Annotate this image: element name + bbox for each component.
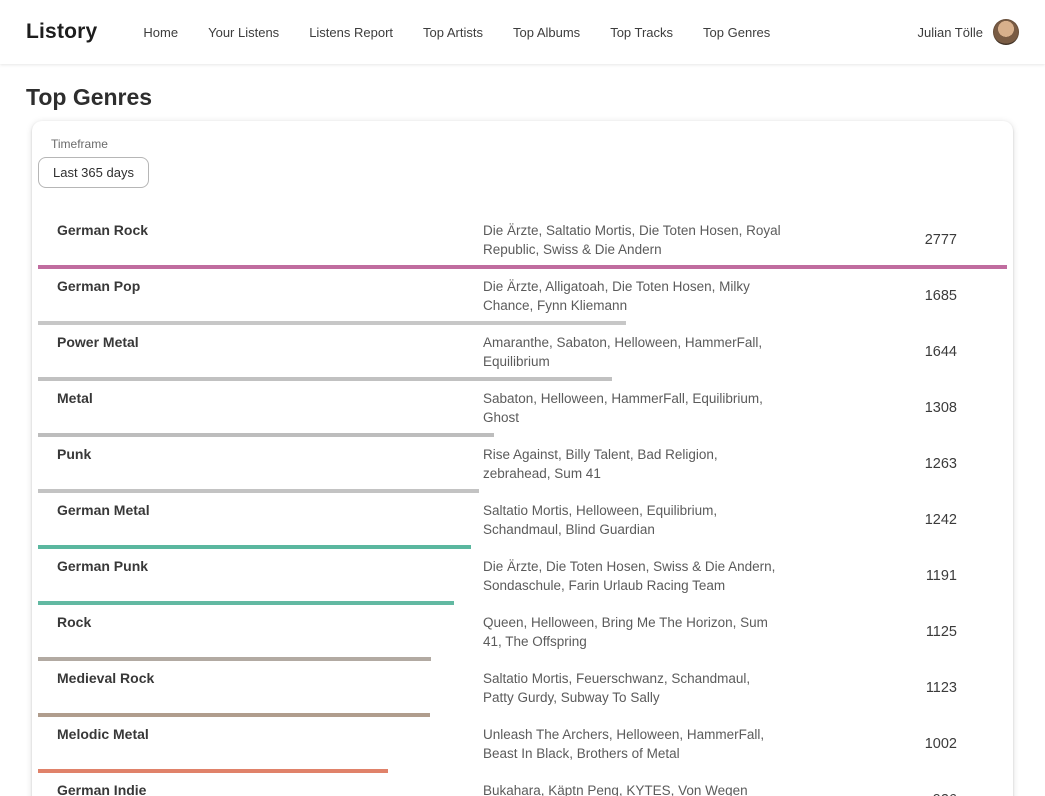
genre-artists: Sabaton, Helloween, HammerFall, Equilibr… <box>483 389 783 427</box>
genre-count: 1125 <box>783 624 1007 640</box>
genre-row-cells: German Indie Bukahara, Käptn Peng, KYTES… <box>38 781 1007 796</box>
genre-artists: Amaranthe, Sabaton, Helloween, HammerFal… <box>483 333 783 371</box>
genre-row-cells: Melodic Metal Unleash The Archers, Hello… <box>38 725 1007 763</box>
genre-count: 2777 <box>783 232 1007 248</box>
genre-artists: Die Ärzte, Alligatoah, Die Toten Hosen, … <box>483 277 783 315</box>
nav-item-top-genres[interactable]: Top Genres <box>703 25 770 40</box>
genre-count: 1191 <box>783 568 1007 584</box>
genre-count: 1242 <box>783 512 1007 528</box>
genre-row: Power Metal Amaranthe, Sabaton, Hellowee… <box>38 325 1007 381</box>
genre-name: Rock <box>57 613 483 632</box>
genre-row-cells: Rock Queen, Helloween, Bring Me The Hori… <box>38 613 1007 651</box>
user-name: Julian Tölle <box>917 25 983 40</box>
genre-row: Melodic Metal Unleash The Archers, Hello… <box>38 717 1007 773</box>
genre-count: 926 <box>783 792 1007 796</box>
timeframe-label: Timeframe <box>51 137 1007 151</box>
genre-count: 1685 <box>783 288 1007 304</box>
genre-artists: Saltatio Mortis, Feuerschwanz, Schandmau… <box>483 669 783 707</box>
genre-row: German Indie Bukahara, Käptn Peng, KYTES… <box>38 773 1007 796</box>
genre-row-cells: Metal Sabaton, Helloween, HammerFall, Eq… <box>38 389 1007 427</box>
top-genres-card: Timeframe Last 365 days German Rock Die … <box>32 121 1013 796</box>
genre-row: Medieval Rock Saltatio Mortis, Feuerschw… <box>38 661 1007 717</box>
nav-item-listens-report[interactable]: Listens Report <box>309 25 393 40</box>
genre-row-cells: Power Metal Amaranthe, Sabaton, Hellowee… <box>38 333 1007 371</box>
genre-row-cells: German Punk Die Ärzte, Die Toten Hosen, … <box>38 557 1007 595</box>
nav-item-your-listens[interactable]: Your Listens <box>208 25 279 40</box>
genre-artists: Unleash The Archers, Helloween, HammerFa… <box>483 725 783 763</box>
genre-row-cells: Punk Rise Against, Billy Talent, Bad Rel… <box>38 445 1007 483</box>
genre-name: Punk <box>57 445 483 464</box>
nav-item-top-albums[interactable]: Top Albums <box>513 25 580 40</box>
genre-row: Punk Rise Against, Billy Talent, Bad Rel… <box>38 437 1007 493</box>
genre-row-cells: German Pop Die Ärzte, Alligatoah, Die To… <box>38 277 1007 315</box>
genre-artists: Bukahara, Käptn Peng, KYTES, Von Wegen L… <box>483 781 783 796</box>
genre-name: German Rock <box>57 221 483 240</box>
genre-name: Medieval Rock <box>57 669 483 688</box>
genre-name: Power Metal <box>57 333 483 352</box>
user-avatar[interactable] <box>993 19 1019 45</box>
timeframe-control: Timeframe Last 365 days <box>38 137 1007 188</box>
user-menu[interactable]: Julian Tölle <box>917 19 1019 45</box>
genre-row-cells: German Rock Die Ärzte, Saltatio Mortis, … <box>38 221 1007 259</box>
genre-artists: Rise Against, Billy Talent, Bad Religion… <box>483 445 783 483</box>
genre-row: Metal Sabaton, Helloween, HammerFall, Eq… <box>38 381 1007 437</box>
genre-row: German Metal Saltatio Mortis, Helloween,… <box>38 493 1007 549</box>
genre-name: German Metal <box>57 501 483 520</box>
genre-name: German Pop <box>57 277 483 296</box>
genre-table: German Rock Die Ärzte, Saltatio Mortis, … <box>38 213 1007 796</box>
nav-item-top-artists[interactable]: Top Artists <box>423 25 483 40</box>
top-navigation-bar: Listory Home Your Listens Listens Report… <box>0 0 1045 64</box>
genre-name: German Punk <box>57 557 483 576</box>
genre-count: 1263 <box>783 456 1007 472</box>
main-nav: Home Your Listens Listens Report Top Art… <box>143 25 770 40</box>
genre-row: Rock Queen, Helloween, Bring Me The Hori… <box>38 605 1007 661</box>
genre-row-cells: German Metal Saltatio Mortis, Helloween,… <box>38 501 1007 539</box>
page-title: Top Genres <box>26 84 1045 111</box>
genre-name: Melodic Metal <box>57 725 483 744</box>
genre-row-cells: Medieval Rock Saltatio Mortis, Feuerschw… <box>38 669 1007 707</box>
genre-count: 1002 <box>783 736 1007 752</box>
genre-row: German Punk Die Ärzte, Die Toten Hosen, … <box>38 549 1007 605</box>
genre-name: German Indie <box>57 781 483 796</box>
brand-logo[interactable]: Listory <box>26 20 97 44</box>
nav-item-top-tracks[interactable]: Top Tracks <box>610 25 673 40</box>
genre-artists: Die Ärzte, Die Toten Hosen, Swiss & Die … <box>483 557 783 595</box>
genre-count: 1308 <box>783 400 1007 416</box>
genre-artists: Saltatio Mortis, Helloween, Equilibrium,… <box>483 501 783 539</box>
genre-name: Metal <box>57 389 483 408</box>
genre-artists: Queen, Helloween, Bring Me The Horizon, … <box>483 613 783 651</box>
genre-count: 1123 <box>783 680 1007 696</box>
genre-artists: Die Ärzte, Saltatio Mortis, Die Toten Ho… <box>483 221 783 259</box>
genre-row: German Rock Die Ärzte, Saltatio Mortis, … <box>38 213 1007 269</box>
genre-row: German Pop Die Ärzte, Alligatoah, Die To… <box>38 269 1007 325</box>
nav-item-home[interactable]: Home <box>143 25 178 40</box>
genre-count: 1644 <box>783 344 1007 360</box>
timeframe-select[interactable]: Last 365 days <box>38 157 149 188</box>
